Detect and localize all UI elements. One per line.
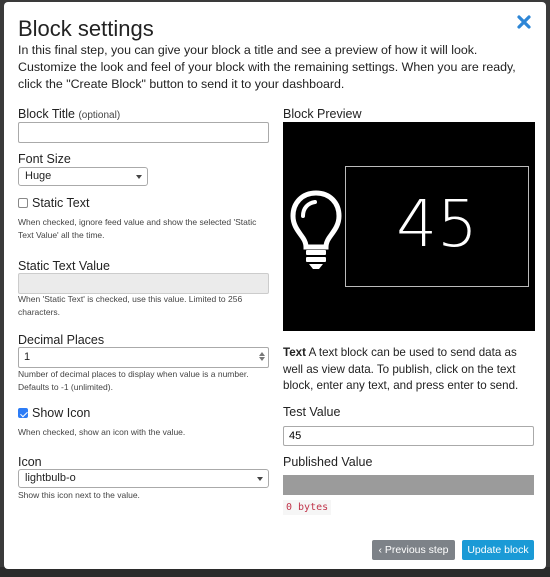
modal-intro-text: In this final step, you can give your bl… bbox=[18, 43, 516, 91]
block-type-name: Text bbox=[283, 346, 306, 359]
previous-step-button[interactable]: ‹ Previous step bbox=[372, 540, 455, 560]
block-description-text: A text block can be used to send data as… bbox=[283, 346, 519, 392]
decimal-places-label: Decimal Places bbox=[18, 333, 105, 347]
font-size-selected-value: Huge bbox=[25, 170, 52, 182]
update-block-label: Update block bbox=[467, 544, 529, 556]
chevron-down-icon bbox=[257, 477, 263, 481]
block-preview-label: Block Preview bbox=[283, 107, 362, 121]
static-text-value-input[interactable] bbox=[18, 273, 269, 294]
block-description: Text A text block can be used to send da… bbox=[283, 345, 537, 395]
icon-select[interactable]: lightbulb-o bbox=[18, 469, 269, 488]
decimal-places-value: 1 bbox=[24, 351, 31, 363]
font-size-select[interactable]: Huge bbox=[18, 167, 148, 186]
chevron-down-icon bbox=[136, 175, 142, 179]
block-preview: 45 bbox=[283, 122, 535, 331]
block-title-label-text: Block Title bbox=[18, 107, 75, 121]
show-icon-label: Show Icon bbox=[32, 406, 91, 420]
update-block-button[interactable]: Update block bbox=[462, 540, 534, 560]
decimal-places-input[interactable]: 1 bbox=[18, 347, 269, 368]
lightbulb-icon bbox=[290, 190, 342, 269]
number-stepper-icon[interactable] bbox=[258, 351, 265, 364]
block-title-input[interactable] bbox=[18, 122, 269, 143]
published-value-label: Published Value bbox=[283, 455, 373, 469]
font-size-label: Font Size bbox=[18, 152, 71, 166]
static-text-help: When checked, ignore feed value and show… bbox=[18, 217, 257, 240]
preview-value: 45 bbox=[396, 188, 478, 262]
published-value-bar bbox=[283, 475, 534, 495]
optional-hint: (optional) bbox=[78, 110, 121, 121]
modal-title: Block settings bbox=[18, 16, 154, 41]
show-icon-help: When checked, show an icon with the valu… bbox=[18, 427, 186, 437]
published-bytes: 0 bytes bbox=[283, 500, 332, 515]
static-text-value-help: When 'Static Text' is checked, use this … bbox=[18, 294, 243, 317]
decimal-places-help: Number of decimal places to display when… bbox=[18, 369, 249, 392]
static-text-checkbox[interactable] bbox=[18, 198, 28, 208]
static-text-label: Static Text bbox=[32, 196, 90, 210]
icon-help: Show this icon next to the value. bbox=[18, 490, 140, 500]
test-value-input[interactable] bbox=[283, 426, 534, 446]
show-icon-checkbox[interactable] bbox=[18, 408, 28, 418]
previous-step-label: Previous step bbox=[384, 544, 449, 556]
close-icon[interactable] bbox=[516, 14, 532, 30]
icon-selected-value: lightbulb-o bbox=[25, 472, 76, 484]
block-title-label: Block Title (optional) bbox=[18, 107, 120, 121]
chevron-left-icon: ‹ bbox=[378, 544, 382, 556]
block-settings-modal: Block settings In this final step, you c… bbox=[4, 2, 546, 569]
icon-label: Icon bbox=[18, 455, 42, 469]
preview-value-box: 45 bbox=[345, 166, 529, 287]
test-value-label: Test Value bbox=[283, 405, 341, 419]
static-text-value-label: Static Text Value bbox=[18, 259, 110, 273]
